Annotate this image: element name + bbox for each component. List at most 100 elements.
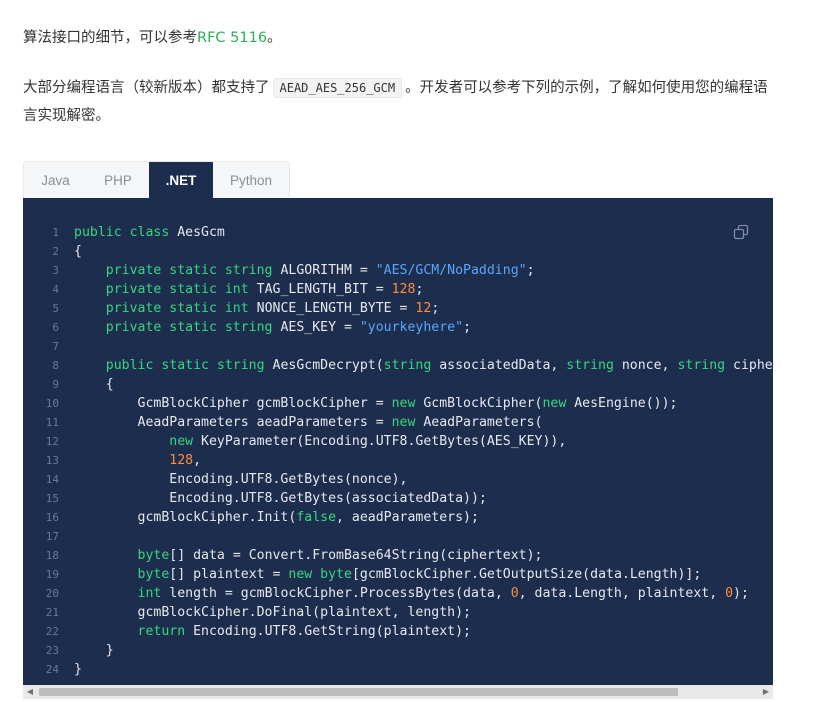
tab-php[interactable]: PHP <box>87 162 149 199</box>
code-token: private static int <box>105 282 249 297</box>
scrollbar-thumb[interactable] <box>39 688 678 696</box>
code-token: "yourkeyhere" <box>359 320 464 335</box>
code-token: length = gcmBlockCipher.ProcessBytes(dat… <box>161 586 511 601</box>
code-token: Encoding.UTF8.GetString(plaintext); <box>185 624 471 639</box>
code-token: 0 <box>725 586 734 601</box>
tab-java[interactable]: Java <box>24 162 87 199</box>
code-token: associatedData, <box>431 358 567 373</box>
code-token: ); <box>733 586 749 601</box>
code-token: ALGORITHM = <box>272 263 376 278</box>
code-token: gcmBlockCipher.Init( <box>74 510 297 525</box>
code-line: 5 private static int NONCE_LENGTH_BYTE =… <box>23 299 773 318</box>
code-token: AesGcm <box>169 225 225 240</box>
code-token: KeyParameter(Encoding.UTF8.GetBytes(AES_… <box>193 434 567 449</box>
line-number: 15 <box>45 492 59 505</box>
inline-code-aead: AEAD_AES_256_GCM <box>272 78 403 98</box>
code-token: ; <box>415 282 424 297</box>
code-token: { <box>74 377 114 392</box>
code-token: ; <box>526 263 535 278</box>
code-line: 7 <box>23 337 773 356</box>
code-token: TAG_LENGTH_BIT = <box>248 282 392 297</box>
code-token: AesGcmDecrypt( <box>264 358 384 373</box>
code-line: 3 private static string ALGORITHM = "AES… <box>23 261 773 280</box>
code-token: GcmBlockCipher gcmBlockCipher = <box>74 396 392 411</box>
code-token: 12 <box>415 301 432 316</box>
line-number: 24 <box>45 663 59 676</box>
code-token: private static string <box>105 263 273 278</box>
code-line: 20 int length = gcmBlockCipher.ProcessBy… <box>23 584 773 603</box>
code-line: 11 AeadParameters aeadParameters = new A… <box>23 413 773 432</box>
code-token: ; <box>463 320 472 335</box>
code-token: AES_KEY = <box>272 320 360 335</box>
line-number: 12 <box>45 435 59 448</box>
horizontal-scrollbar[interactable]: ◀ ▶ <box>23 685 773 699</box>
code-token: false <box>296 510 337 525</box>
code-token: 128 <box>391 282 416 297</box>
code-token: [] data = Convert.FromBase64String(ciphe… <box>169 548 543 563</box>
line-number: 14 <box>45 473 59 486</box>
code-line: 8 public static string AesGcmDecrypt(str… <box>23 356 773 375</box>
code-line: 1 public class AesGcm <box>23 223 773 242</box>
code-line: 13 128, <box>23 451 773 470</box>
code-line: 21 gcmBlockCipher.DoFinal(plaintext, len… <box>23 603 773 622</box>
code-token: "AES/GCM/NoPadding" <box>375 263 527 278</box>
code-line: 6 private static string AES_KEY = "yourk… <box>23 318 773 337</box>
scroll-left-icon[interactable]: ◀ <box>23 685 37 699</box>
line-number: 9 <box>52 378 59 391</box>
scroll-right-icon[interactable]: ▶ <box>759 685 773 699</box>
code-token: byte <box>137 567 170 582</box>
code-token: AeadParameters aeadParameters = <box>74 415 392 430</box>
intro-paragraph-2: 大部分编程语言（较新版本）都支持了 AEAD_AES_256_GCM 。开发者可以参… <box>23 74 773 130</box>
line-number: 10 <box>45 397 59 410</box>
code-block: 1 public class AesGcm 2{3 private static s… <box>23 198 773 699</box>
line-number: 11 <box>45 416 59 429</box>
code-token: string <box>383 358 432 373</box>
code-token: ciphertext) <box>733 358 773 373</box>
code-token: nonce, <box>613 358 678 373</box>
code-token: new <box>288 567 313 582</box>
code-token: int <box>137 586 162 601</box>
code-line: 14 Encoding.UTF8.GetBytes(nonce), <box>23 470 773 489</box>
code-token: , <box>193 453 202 468</box>
code-token: , data.Length, plaintext, <box>518 586 726 601</box>
code-line: 17 <box>23 527 773 546</box>
line-number: 7 <box>52 340 59 353</box>
code-token: public static string <box>105 358 265 373</box>
code-token: { <box>74 244 82 259</box>
line-number: 4 <box>52 283 59 296</box>
code-token: 128 <box>169 453 194 468</box>
code-lines: 1 public class AesGcm 2{3 private static s… <box>23 223 773 679</box>
line-number: 1 <box>52 226 59 239</box>
code-line: 22 return Encoding.UTF8.GetString(plaint… <box>23 622 773 641</box>
line-number: 20 <box>45 587 59 600</box>
line-number: 13 <box>45 454 59 467</box>
code-line: 12 new KeyParameter(Encoding.UTF8.GetByt… <box>23 432 773 451</box>
code-line: 9 { <box>23 375 773 394</box>
code-token: new <box>169 434 194 449</box>
code-token: NONCE_LENGTH_BYTE = <box>248 301 416 316</box>
code-token: private static string <box>105 320 273 335</box>
code-token: return <box>137 624 186 639</box>
code-token: [gcmBlockCipher.GetOutputSize(data.Lengt… <box>351 567 702 582</box>
tab-python[interactable]: Python <box>213 162 289 199</box>
rfc-5116-link[interactable]: RFC 5116 <box>197 30 267 46</box>
code-token: 0 <box>510 586 519 601</box>
code-token: string <box>566 358 614 373</box>
code-token: Encoding.UTF8.GetBytes(nonce), <box>74 472 408 487</box>
line-number: 22 <box>45 625 59 638</box>
tab-dotnet[interactable]: .NET <box>149 162 213 199</box>
code-token: ; <box>431 301 440 316</box>
line-number: 16 <box>45 511 59 524</box>
line-number: 17 <box>45 530 59 543</box>
line-number: 8 <box>52 359 59 372</box>
code-token: new <box>391 396 416 411</box>
